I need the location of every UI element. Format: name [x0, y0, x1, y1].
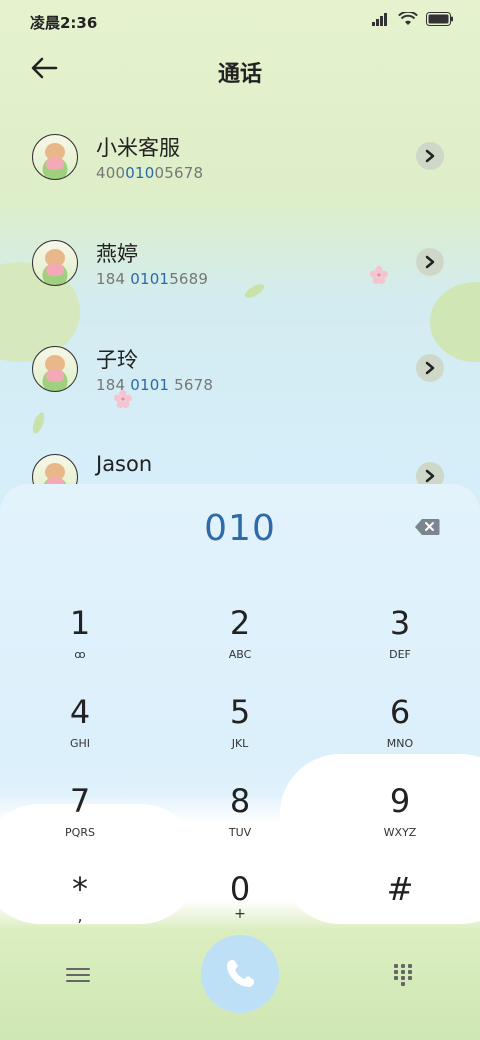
key-hash[interactable]: # [340, 862, 460, 942]
contact-row[interactable]: 燕婷 184 01015689 [0, 214, 480, 314]
status-icons [372, 12, 454, 26]
key-0[interactable]: 0 + [180, 862, 300, 942]
contact-name: Jason [96, 452, 153, 476]
key-7[interactable]: 7 PQRS [20, 774, 140, 854]
key-star[interactable]: *, [20, 862, 140, 942]
page-title: 通话 [217, 62, 262, 87]
keypad-toggle-button[interactable] [392, 962, 414, 986]
key-5[interactable]: 5 JKL [180, 685, 300, 765]
contact-row[interactable]: 子玲 184 0101 5678 [0, 320, 480, 420]
status-time: 凌晨2:36 [30, 14, 98, 32]
contact-name: 燕婷 [96, 242, 138, 266]
contact-name: 小米客服 [96, 136, 180, 160]
wifi-icon [398, 12, 418, 25]
chevron-right-icon [425, 149, 435, 163]
contact-details-button[interactable] [416, 354, 444, 382]
chevron-right-icon [425, 361, 435, 375]
avatar [32, 240, 78, 286]
dialer-screen: 凌晨2:36 通话 小米客服 40001005678 燕婷 184 010156… [0, 0, 480, 1040]
key-2[interactable]: 2 ABC [180, 596, 300, 676]
dialed-number: 010 [204, 508, 276, 549]
contact-number: 40001005678 [96, 164, 204, 182]
app-header: 通话 [0, 44, 480, 96]
battery-icon [426, 12, 453, 26]
contact-number: 184 01015689 [96, 270, 209, 288]
backspace-icon [415, 519, 440, 535]
chevron-right-icon [425, 255, 435, 269]
phone-icon [227, 960, 254, 987]
voicemail-icon: ꝏ [74, 648, 86, 661]
key-4[interactable]: 4 GHI [20, 685, 140, 765]
status-bar: 凌晨2:36 [0, 0, 480, 42]
avatar [32, 346, 78, 392]
contact-details-button[interactable] [416, 248, 444, 276]
contact-name: 子玲 [96, 348, 138, 372]
key-1[interactable]: 1ꝏ [20, 596, 140, 676]
menu-icon [66, 968, 90, 982]
contact-number: 184 0101 5678 [96, 376, 214, 394]
key-9[interactable]: 9 WXYZ [340, 774, 460, 854]
key-8[interactable]: 8 TUV [180, 774, 300, 854]
contact-details-button[interactable] [416, 142, 444, 170]
signal-icon [372, 13, 387, 26]
key-3[interactable]: 3 DEF [340, 596, 460, 676]
backspace-button[interactable] [414, 518, 440, 536]
contact-row[interactable]: 小米客服 40001005678 [0, 108, 480, 208]
chevron-right-icon [425, 469, 435, 483]
call-button[interactable] [201, 935, 279, 1013]
avatar [32, 134, 78, 180]
menu-button[interactable] [66, 964, 90, 984]
key-6[interactable]: 6 MNO [340, 685, 460, 765]
